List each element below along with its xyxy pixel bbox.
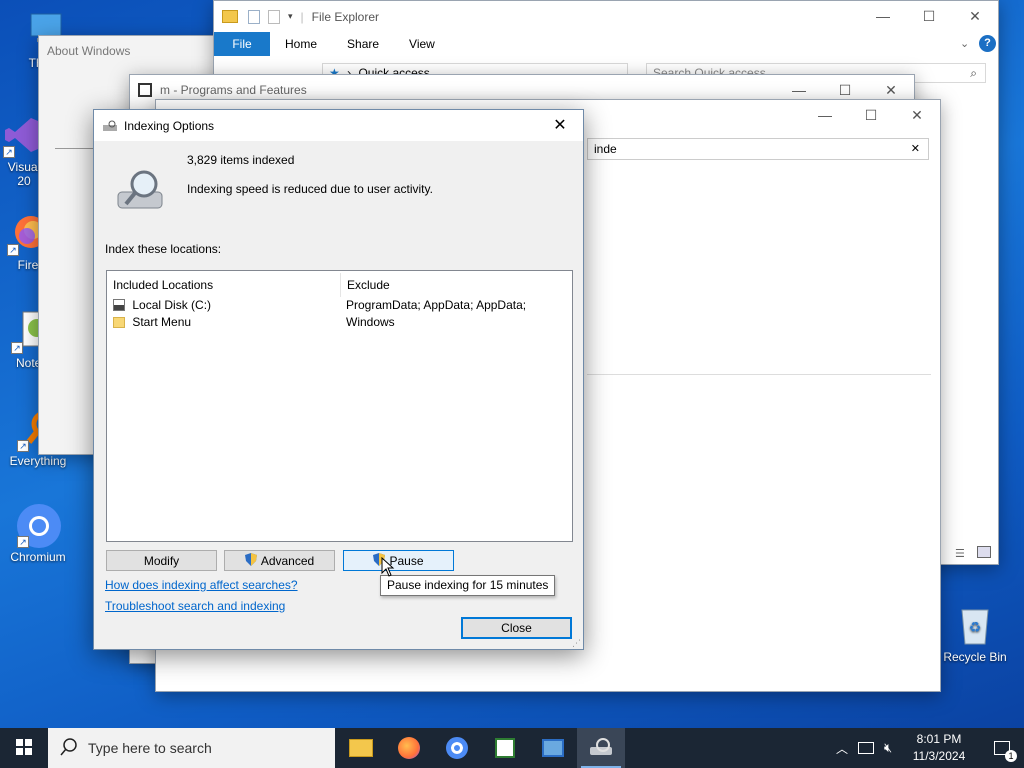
items-indexed-count: 3,829 items indexed [187,153,295,167]
taskbar-file-explorer[interactable] [337,728,385,768]
indexing-affect-searches-link[interactable]: How does indexing affect searches? [105,578,298,592]
quick-access-toolbar-dropdown[interactable]: ▾ [288,11,293,22]
close-button[interactable]: ✕ [894,100,940,130]
close-button[interactable]: ✕ [537,110,583,140]
location-row[interactable]: Local Disk (C:) ProgramData; AppData; Ap… [113,297,568,329]
svg-text:♻: ♻ [969,619,982,635]
about-windows-title: About Windows [47,44,131,58]
desktop-icon-label: Everything [9,454,67,468]
indexing-magnifier-icon [116,168,166,212]
location-name: Start Menu [132,315,192,329]
desktop-icon-label: Recycle Bin [943,650,1007,664]
indexing-status: Indexing speed is reduced due to user ac… [187,182,433,196]
new-folder-icon[interactable] [268,9,280,24]
troubleshoot-link[interactable]: Troubleshoot search and indexing [105,599,285,613]
location-name: Local Disk (C:) [132,298,212,312]
properties-icon[interactable] [248,9,260,24]
action-center-button[interactable]: 1 [980,728,1024,768]
indexing-options-icon [102,120,118,132]
taskbar-firefox[interactable] [385,728,433,768]
firefox-icon [398,737,420,759]
divider [587,374,931,375]
taskbar-indexing-options[interactable] [577,728,625,768]
column-header-included[interactable]: Included Locations [107,273,341,297]
mouse-cursor-icon [381,556,395,580]
network-icon[interactable] [858,742,875,754]
advanced-button[interactable]: Advanced [224,550,335,571]
tab-file[interactable]: File [214,32,270,56]
taskbar-search-placeholder: Type here to search [88,740,212,756]
shortcut-arrow-icon: ↗ [11,342,23,354]
settings-search-input[interactable]: inde ✕ [587,138,929,160]
notification-count: 1 [1005,750,1017,762]
show-hidden-icons-chevron-icon[interactable]: ︿ [836,740,848,757]
shortcut-arrow-icon: ↗ [7,244,19,256]
file-explorer-title: File Explorer [311,9,380,24]
taskbar-chromium[interactable] [433,728,481,768]
maximize-button[interactable]: ☐ [848,100,894,130]
help-icon[interactable]: ? [979,35,996,52]
clock-date: 11/3/2024 [912,749,966,763]
pause-button[interactable]: Pause [343,550,454,571]
tab-home[interactable]: Home [270,32,332,56]
recycle-bin-icon: ♻ [952,602,998,648]
indexing-options-dialog[interactable]: Indexing Options ✕ 3,829 items indexed I… [93,109,584,650]
locations-list[interactable]: Included Locations Exclude Local Disk (C… [106,270,573,542]
notepad-plus-icon [495,738,515,758]
file-explorer-icon [349,739,373,757]
windows-logo-icon [16,738,32,758]
location-row[interactable]: Start Menu [113,314,568,331]
clear-search-icon[interactable]: ✕ [911,139,920,159]
tab-view[interactable]: View [394,32,450,56]
minimize-button[interactable]: — [860,1,906,31]
control-panel-icon [542,739,564,757]
maximize-button[interactable]: ☐ [906,1,952,31]
ribbon-expand-icon[interactable]: ⌄ [960,37,969,50]
ribbon-tabs: File Home Share View [214,32,998,56]
shortcut-arrow-icon: ↗ [3,146,15,158]
locations-label: Index these locations: [105,242,222,256]
taskbar-control-panel[interactable] [529,728,577,768]
notification-icon: 1 [994,741,1017,762]
pause-tooltip: Pause indexing for 15 minutes [380,575,556,596]
taskbar-search-box[interactable]: Type here to search [48,728,335,768]
desktop-icon-label: Chromium [10,550,66,564]
resize-grip-icon[interactable]: ⋰ [572,638,581,649]
desktop-icon-chromium[interactable]: ↗ Chromium [0,502,76,564]
start-button[interactable] [0,728,48,768]
shortcut-arrow-icon: ↗ [17,536,29,548]
tab-share[interactable]: Share [332,32,394,56]
search-icon: ⌕ [970,66,977,80]
uac-shield-icon [244,552,257,569]
close-button[interactable]: ✕ [952,1,998,31]
clock[interactable]: 8:01 PM 11/3/2024 [908,731,970,765]
clock-time: 8:01 PM [916,732,962,746]
programs-features-title: m - Programs and Features [160,83,307,97]
dialog-title: Indexing Options [124,118,215,133]
large-icons-view-icon[interactable] [977,546,991,558]
taskbar: Type here to search ︿ 🔇︎ 8:01 PM 11/3/20… [0,728,1024,768]
programs-features-icon [138,83,152,97]
search-icon [60,737,78,759]
taskbar-notepad-plus[interactable] [481,728,529,768]
desktop-icon-recycle-bin[interactable]: ♻ Recycle Bin [937,602,1013,664]
close-dialog-button[interactable]: Close [461,617,572,639]
indexing-options-icon [589,737,613,760]
shortcut-arrow-icon: ↗ [17,440,29,452]
local-disk-icon [113,299,125,311]
chromium-icon: ↗ [15,502,61,548]
minimize-button[interactable]: — [802,100,848,130]
column-header-exclude[interactable]: Exclude [341,273,572,297]
folder-icon [113,317,125,328]
chromium-icon [446,737,468,759]
modify-button[interactable]: Modify [106,550,217,571]
details-view-icon[interactable]: ☰ [955,547,965,560]
volume-muted-icon[interactable]: 🔇︎ [884,740,892,756]
folder-icon [222,10,238,23]
